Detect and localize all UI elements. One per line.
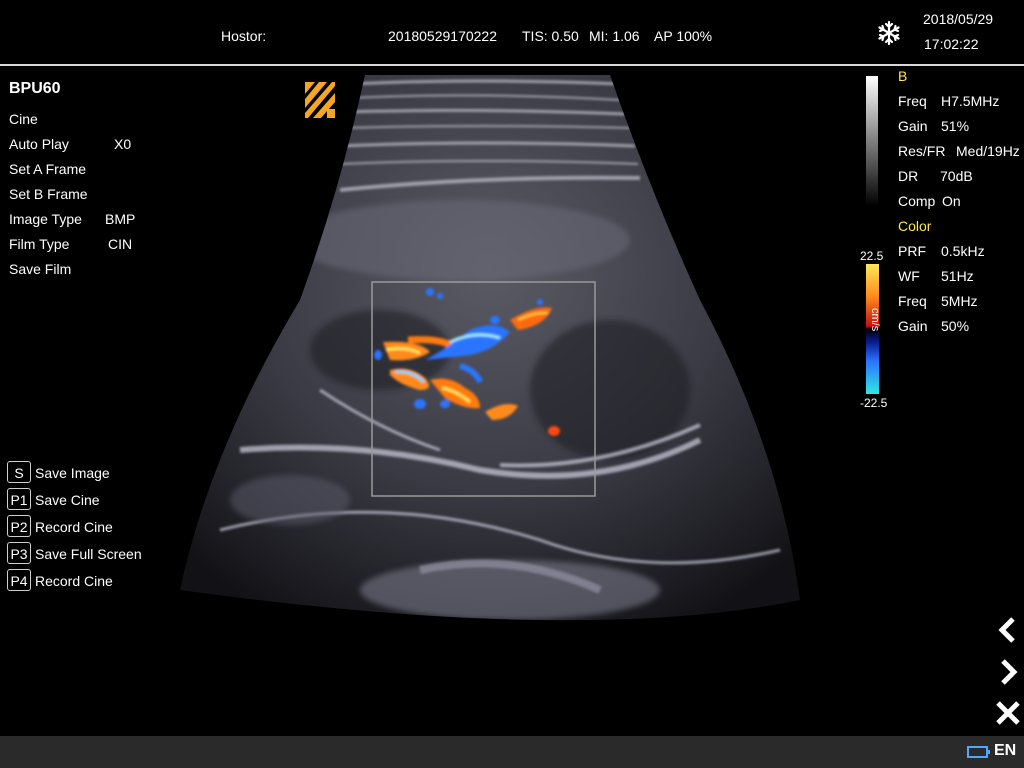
color-wf-value: 51Hz: [941, 268, 974, 284]
hostor-label: Hostor:: [221, 28, 267, 44]
key-p1-badge[interactable]: P1: [7, 488, 31, 510]
b-resfr-value: Med/19Hz: [956, 143, 1020, 159]
color-prf-value: 0.5kHz: [941, 243, 985, 259]
chevron-right-icon[interactable]: [993, 657, 1023, 687]
b-mode-title: B: [898, 68, 908, 84]
b-comp-value: On: [942, 193, 961, 209]
velocity-unit: cm/s: [869, 308, 881, 332]
chevron-left-icon[interactable]: [993, 615, 1023, 645]
menu-item-image-type[interactable]: Image Type: [9, 211, 82, 227]
shortcut-save-image[interactable]: Save Image: [35, 465, 110, 481]
menu-item-save-film[interactable]: Save Film: [9, 261, 71, 277]
battery-icon: [967, 746, 990, 758]
b-dr-label: DR: [898, 168, 919, 184]
b-freq-value: H7.5MHz: [941, 93, 1000, 109]
color-gain-value: 50%: [941, 318, 970, 334]
shortcut-save-cine[interactable]: Save Cine: [35, 492, 100, 508]
color-gain-label: Gain: [898, 318, 928, 334]
color-freq-label: Freq: [898, 293, 927, 309]
shortcut-record-cine-2[interactable]: Record Cine: [35, 573, 113, 589]
snowflake-icon[interactable]: [876, 20, 902, 46]
b-gain-value: 51%: [941, 118, 970, 134]
color-mode-title: Color: [898, 218, 932, 234]
menu-item-film-type[interactable]: Film Type: [9, 236, 69, 252]
color-freq-value: 5MHz: [941, 293, 978, 309]
b-dr-value: 70dB: [940, 168, 973, 184]
key-s-badge[interactable]: S: [7, 461, 31, 483]
color-prf-label: PRF: [898, 243, 926, 259]
menu-item-set-b-frame[interactable]: Set B Frame: [9, 186, 88, 202]
mi-value: MI: 1.06: [589, 28, 640, 44]
header-divider: [0, 64, 1024, 66]
b-resfr-label: Res/FR: [898, 143, 946, 159]
exam-id: 20180529170222: [388, 28, 498, 44]
shortcut-record-cine[interactable]: Record Cine: [35, 519, 113, 535]
language-indicator[interactable]: EN: [994, 742, 1016, 760]
probe-name: BPU60: [9, 80, 61, 97]
menu-item-auto-play[interactable]: Auto Play: [9, 136, 69, 152]
top-info-bar: Hostor: 20180529170222 TIS: 0.50 MI: 1.0…: [0, 0, 1024, 64]
b-comp-label: Comp: [898, 193, 936, 209]
ultrasound-image[interactable]: [180, 70, 800, 640]
grayscale-bar: [866, 76, 878, 206]
shortcut-save-full-screen[interactable]: Save Full Screen: [35, 546, 142, 562]
key-p4-badge[interactable]: P4: [7, 569, 31, 591]
key-p2-badge[interactable]: P2: [7, 515, 31, 537]
close-icon[interactable]: [993, 698, 1023, 728]
film-type-value: CIN: [108, 236, 133, 252]
key-p3-badge[interactable]: P3: [7, 542, 31, 564]
ap-value: AP 100%: [654, 28, 713, 44]
image-type-value: BMP: [105, 211, 136, 227]
b-freq-label: Freq: [898, 93, 927, 109]
tis-value: TIS: 0.50: [522, 28, 579, 44]
b-gain-label: Gain: [898, 118, 928, 134]
status-bar: EN: [0, 736, 1024, 768]
color-wf-label: WF: [898, 268, 920, 284]
menu-item-cine[interactable]: Cine: [9, 111, 38, 127]
time-display: 17:02:22: [924, 36, 979, 52]
velocity-scale-max: 22.5: [860, 249, 884, 263]
velocity-scale-min: -22.5: [860, 396, 888, 410]
auto-play-value: X0: [114, 136, 132, 152]
date-display: 2018/05/29: [923, 11, 994, 27]
menu-item-set-a-frame[interactable]: Set A Frame: [9, 161, 86, 177]
